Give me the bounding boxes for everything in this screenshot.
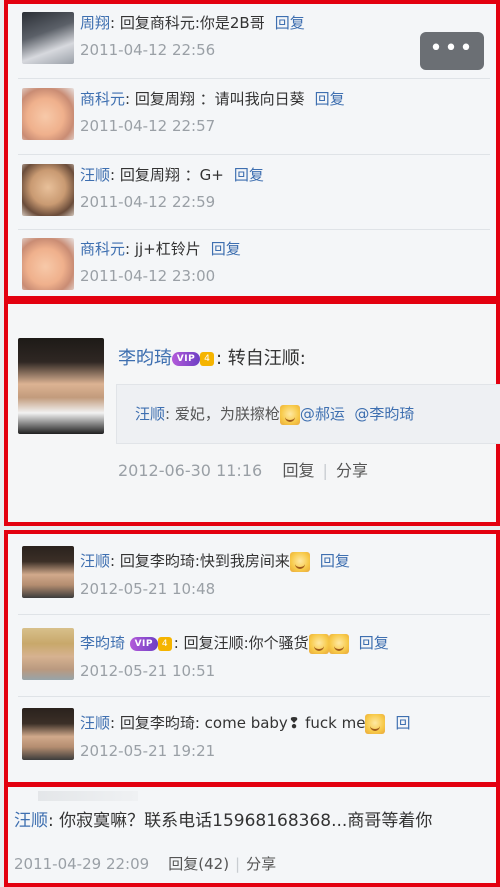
share-button[interactable]: 分享 <box>246 855 276 873</box>
commenter-name[interactable]: 周翔 <box>80 14 110 32</box>
avatar[interactable] <box>22 546 74 598</box>
comment-time: 2012-05-21 19:21 <box>80 742 216 760</box>
divider: | <box>235 855 241 873</box>
mention-link[interactable]: @郝运 <box>300 405 345 423</box>
post-meta: 2011-04-29 22:09 回复(42) | 分享 <box>14 853 276 875</box>
vip-level-icon: 4 <box>200 352 214 366</box>
commenter-name[interactable]: 汪顺 <box>80 552 110 570</box>
repost-meta: 2012-06-30 11:16 回复 | 分享 <box>118 459 368 483</box>
vip-badge-icon: VIP <box>129 636 158 651</box>
avatar[interactable] <box>22 238 74 290</box>
repost-panel: 李昀琦 VIP 4: 转自汪顺: 汪顺: 爱妃，为朕擦枪 @郝运 @李昀琦 2012-… <box>4 300 500 526</box>
repost-source-text: : 转自汪顺: <box>216 348 306 369</box>
reply-link[interactable]: 回 <box>395 714 410 732</box>
more-options-button[interactable]: ••• <box>420 32 484 70</box>
comment-time: 2012-05-21 10:51 <box>80 662 216 680</box>
emoji-icon <box>289 551 310 572</box>
repost-title: 李昀琦 VIP 4: 转自汪顺: <box>118 346 306 372</box>
comment-text: : 回复李昀琦: come baby❢ fuck me <box>110 714 366 732</box>
comment-time: 2012-05-21 10:48 <box>80 580 216 598</box>
post-text: : 你寂寞嘛？联系电话15968168368...商哥等着你 <box>48 811 433 831</box>
comment-text: : jj+杠铃片 <box>125 240 201 258</box>
share-button[interactable]: 分享 <box>336 461 368 480</box>
comment-time: 2011-04-12 22:56 <box>80 41 216 59</box>
divider <box>18 154 490 155</box>
author-avatar[interactable] <box>18 338 104 434</box>
divider: | <box>322 461 328 480</box>
comment-thread-panel-2: 汪顺: 回复李昀琦:快到我房间来 回复 2012-05-21 10:48 李昀琦 … <box>4 530 500 784</box>
comment-time: 2011-04-12 22:57 <box>80 117 216 135</box>
avatar[interactable] <box>22 708 74 760</box>
comment-text: : 回复商科元:你是2B哥 <box>110 14 265 32</box>
commenter-name[interactable]: 商科元 <box>80 90 125 108</box>
avatar[interactable] <box>22 12 74 64</box>
commenter-name[interactable]: 李昀琦 <box>80 634 125 652</box>
commenter-name[interactable]: 商科元 <box>80 240 125 258</box>
post-time: 2011-04-29 22:09 <box>14 855 150 873</box>
reply-button[interactable]: 回复(42) <box>168 855 229 873</box>
comment-text: : 回复周翔 ：请叫我向日葵 <box>125 90 305 108</box>
comment-text: : 回复汪顺:你个骚货 <box>173 634 309 652</box>
reply-button[interactable]: 回复 <box>283 461 315 480</box>
emoji-icon <box>365 713 386 734</box>
emoji-icon <box>308 633 329 654</box>
mention-link[interactable]: @李昀琦 <box>354 405 414 423</box>
commenter-name[interactable]: 汪顺 <box>80 714 110 732</box>
reply-link[interactable]: 回复 <box>320 552 350 570</box>
vip-badge-icon: VIP <box>172 352 200 366</box>
quoted-author[interactable]: 汪顺 <box>135 405 165 423</box>
reply-link[interactable]: 回复 <box>315 90 345 108</box>
divider <box>18 614 490 615</box>
comment-time: 2011-04-12 22:59 <box>80 193 216 211</box>
divider <box>18 696 490 697</box>
quoted-text: : 爱妃，为朕擦枪 <box>165 405 280 423</box>
reply-link[interactable]: 回复 <box>275 14 305 32</box>
quoted-post[interactable]: 汪顺: 爱妃，为朕擦枪 @郝运 @李昀琦 <box>116 384 500 444</box>
commenter-name[interactable]: 汪顺 <box>80 166 110 184</box>
divider <box>18 229 490 230</box>
author-name[interactable]: 李昀琦 <box>118 348 172 369</box>
divider <box>18 78 490 79</box>
comment-text: : 回复周翔 ：G+ <box>110 166 224 184</box>
emoji-icon <box>328 633 349 654</box>
vip-level-icon: 4 <box>157 636 172 651</box>
avatar[interactable] <box>22 88 74 140</box>
reply-link[interactable]: 回复 <box>359 634 389 652</box>
post-panel: 汪顺: 你寂寞嘛？联系电话15968168368...商哥等着你 2011-04… <box>4 782 500 887</box>
avatar[interactable] <box>22 164 74 216</box>
faded-text-artifact <box>38 791 138 801</box>
emoji-icon <box>279 404 300 425</box>
post-time: 2012-06-30 11:16 <box>118 461 263 480</box>
comment-time: 2011-04-12 23:00 <box>80 267 216 285</box>
author-name[interactable]: 汪顺 <box>14 811 48 831</box>
reply-link[interactable]: 回复 <box>211 240 241 258</box>
reply-link[interactable]: 回复 <box>234 166 264 184</box>
avatar[interactable] <box>22 628 74 680</box>
comment-text: : 回复李昀琦:快到我房间来 <box>110 552 290 570</box>
